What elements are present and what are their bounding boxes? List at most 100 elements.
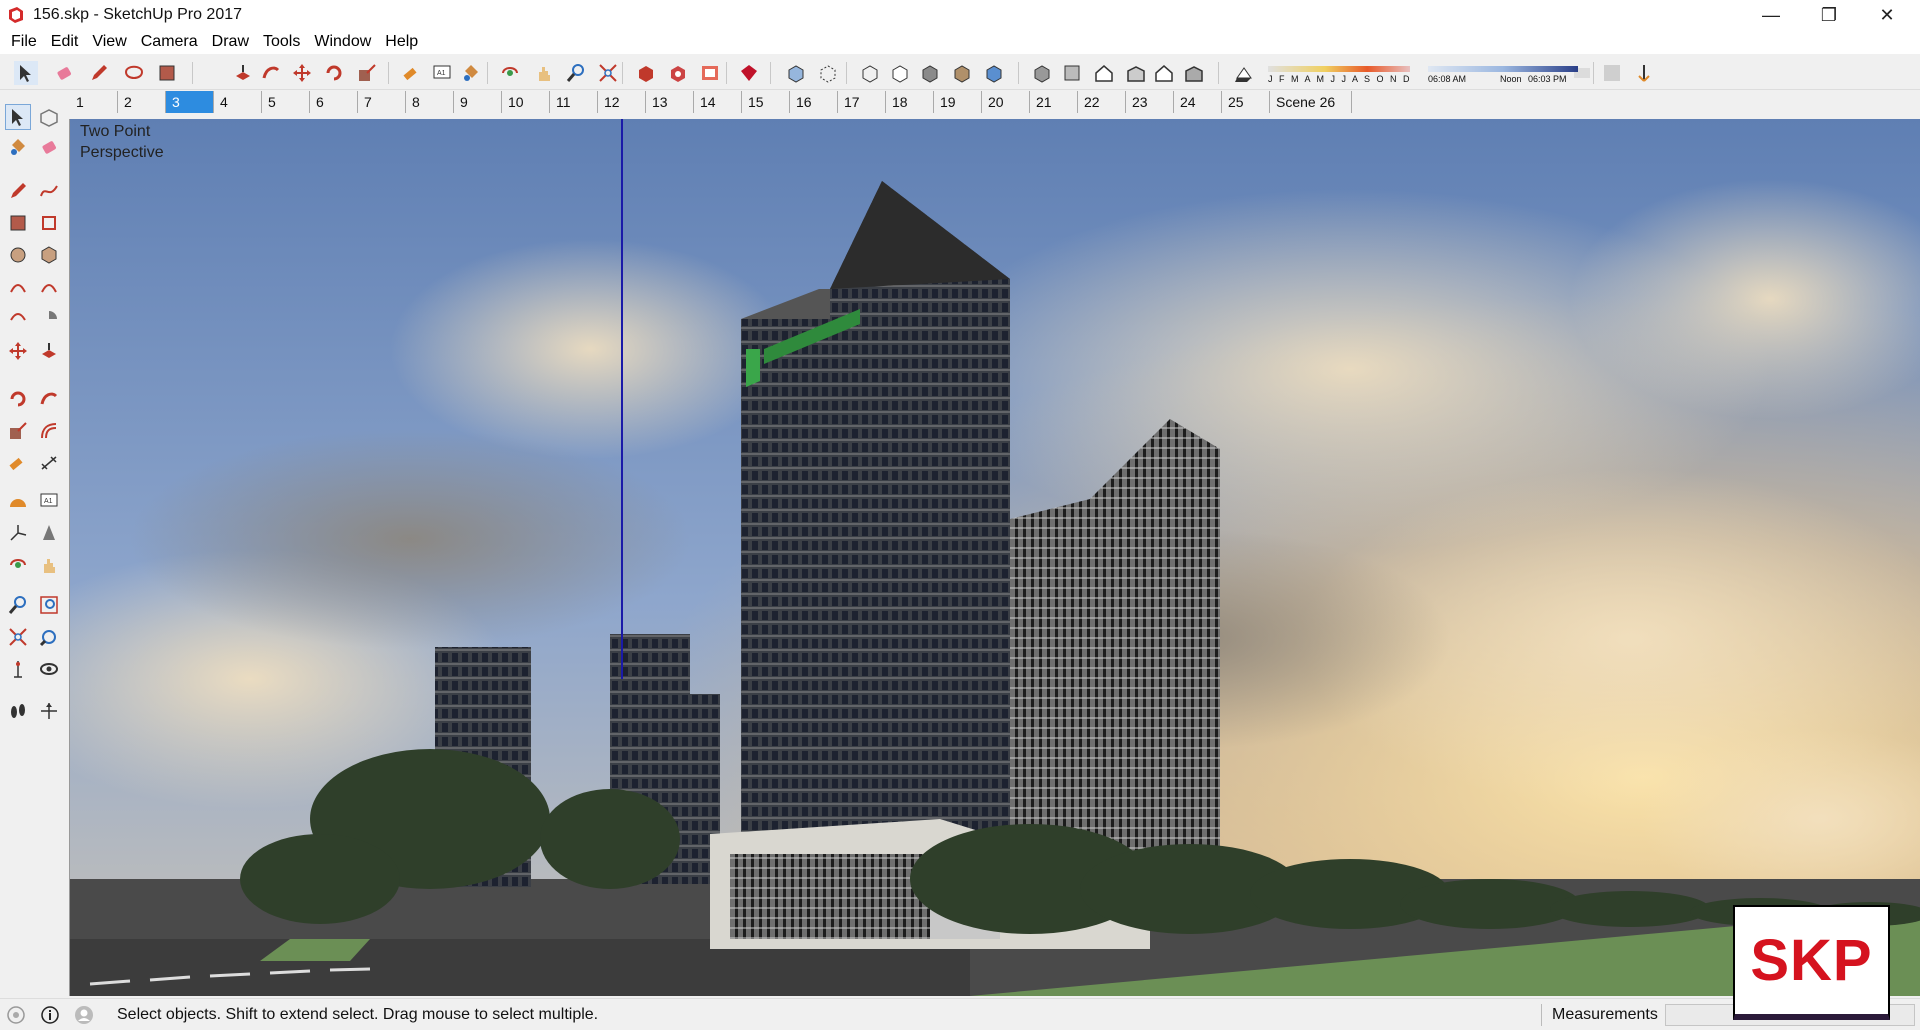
scene-tab-7[interactable]: 7 — [358, 91, 406, 113]
scene-tab-3[interactable]: 3 — [166, 91, 214, 113]
toolbar-back-edges-icon[interactable] — [816, 61, 840, 85]
scene-tab-18[interactable]: 18 — [886, 91, 934, 113]
geolocation-status-icon[interactable] — [6, 1005, 26, 1025]
scene-tab-12[interactable]: 12 — [598, 91, 646, 113]
palette-eraser-icon[interactable] — [36, 134, 62, 160]
toolbar-shaded-textures-icon[interactable] — [950, 61, 974, 85]
scene-tab-23[interactable]: 23 — [1126, 91, 1174, 113]
palette-arc-icon[interactable] — [5, 274, 31, 300]
scene-tab-22[interactable]: 22 — [1078, 91, 1126, 113]
scene-tab-8[interactable]: 8 — [406, 91, 454, 113]
palette-position-camera-icon[interactable] — [5, 656, 31, 682]
scene-tab-19[interactable]: 19 — [934, 91, 982, 113]
palette-paint-bucket-icon[interactable] — [5, 134, 31, 160]
toolbar-shadows-icon[interactable] — [1232, 61, 1256, 85]
toolbar-shape-icon[interactable] — [122, 61, 146, 85]
palette-pan-icon[interactable] — [36, 552, 62, 578]
toolbar-move-icon[interactable] — [290, 61, 314, 85]
scene-tab-6[interactable]: 6 — [310, 91, 358, 113]
model-viewport[interactable]: Two Point Perspective — [69, 119, 1920, 996]
toolbar-ruby-icon[interactable] — [737, 61, 761, 85]
toolbar-wireframe-icon[interactable] — [858, 61, 882, 85]
palette-previous-view-icon[interactable] — [36, 624, 62, 650]
palette-select-icon[interactable] — [5, 104, 31, 130]
palette-line-icon[interactable] — [5, 178, 31, 204]
palette-axes-icon[interactable] — [5, 520, 31, 546]
palette-offset-icon[interactable] — [36, 418, 62, 444]
palette-3d-text-icon[interactable] — [36, 520, 62, 546]
scene-tab-13[interactable]: 13 — [646, 91, 694, 113]
toolbar-section-icon[interactable] — [1600, 61, 1624, 85]
scene-tab-20[interactable]: 20 — [982, 91, 1030, 113]
scene-tab-2[interactable]: 2 — [118, 91, 166, 113]
toolbar-xray-icon[interactable] — [784, 61, 808, 85]
toolbar-rotate-icon[interactable] — [322, 61, 346, 85]
toolbar-geolocation-icon[interactable] — [1632, 61, 1656, 85]
palette-follow-me-icon[interactable] — [36, 386, 62, 412]
toolbar-scale-icon[interactable] — [355, 61, 379, 85]
menu-file[interactable]: File — [4, 30, 44, 54]
palette-zoom-icon[interactable] — [5, 592, 31, 618]
toolbar-iso-view-icon[interactable] — [1030, 61, 1054, 85]
toolbar-zoom-extents-icon[interactable] — [596, 61, 620, 85]
toolbar-pencil-icon[interactable] — [87, 61, 111, 85]
toolbar-follow-me-icon[interactable] — [259, 61, 283, 85]
shadow-date-slider[interactable]: J F M A M J J A S O N D — [1268, 60, 1410, 86]
palette-freehand-icon[interactable] — [36, 178, 62, 204]
menu-draw[interactable]: Draw — [205, 30, 256, 54]
scene-tab-scene-26[interactable]: Scene 26 — [1270, 91, 1352, 113]
toolbar-layout-icon[interactable] — [698, 61, 722, 85]
scene-tab-16[interactable]: 16 — [790, 91, 838, 113]
menu-edit[interactable]: Edit — [44, 30, 86, 54]
palette-rectangle-icon[interactable] — [5, 210, 31, 236]
scene-tab-14[interactable]: 14 — [694, 91, 742, 113]
palette-polygon-icon[interactable] — [36, 242, 62, 268]
toolbar-orbit-icon[interactable] — [498, 61, 522, 85]
toolbar-extension-warehouse-icon[interactable] — [666, 61, 690, 85]
palette-move-icon[interactable] — [5, 338, 31, 364]
toolbar-zoom-icon[interactable] — [564, 61, 588, 85]
toolbar-pan-icon[interactable] — [532, 61, 556, 85]
palette-zoom-window-icon[interactable] — [36, 592, 62, 618]
palette-rotated-rectangle-icon[interactable] — [36, 210, 62, 236]
scene-tab-24[interactable]: 24 — [1174, 91, 1222, 113]
toolbar-front-view-icon[interactable] — [1092, 61, 1116, 85]
palette-orbit-icon[interactable] — [5, 552, 31, 578]
toolbar-warehouse-icon[interactable] — [634, 61, 658, 85]
scene-tab-15[interactable]: 15 — [742, 91, 790, 113]
palette-look-around-icon[interactable] — [36, 656, 62, 682]
toolbar-left-view-icon[interactable] — [1182, 61, 1206, 85]
toolbar-eraser-icon[interactable] — [52, 61, 76, 85]
toolbar-paint-bucket-icon[interactable] — [459, 61, 483, 85]
scene-tab-9[interactable]: 9 — [454, 91, 502, 113]
scene-tab-1[interactable]: 1 — [70, 91, 118, 113]
toolbar-monochrome-icon[interactable] — [982, 61, 1006, 85]
maximize-button[interactable]: ❐ — [1800, 0, 1858, 30]
palette-dimension-icon[interactable] — [36, 450, 62, 476]
palette-pie-icon[interactable] — [36, 306, 62, 332]
palette-circle-icon[interactable] — [5, 242, 31, 268]
palette-protractor-icon[interactable] — [5, 488, 31, 514]
scene-tab-4[interactable]: 4 — [214, 91, 262, 113]
scene-tab-11[interactable]: 11 — [550, 91, 598, 113]
palette-rotate-icon[interactable] — [5, 386, 31, 412]
toolbar-shaded-icon[interactable] — [918, 61, 942, 85]
toolbar-top-view-icon[interactable] — [1060, 61, 1084, 85]
toolbar-rectangle-icon[interactable] — [155, 61, 179, 85]
palette-zoom-extents-icon[interactable] — [5, 624, 31, 650]
palette-section-plane-icon[interactable] — [36, 698, 62, 724]
palette-tape-measure-icon[interactable] — [5, 450, 31, 476]
minimize-button[interactable]: — — [1742, 0, 1800, 30]
toolbar-back-view-icon[interactable] — [1152, 61, 1176, 85]
menu-tools[interactable]: Tools — [256, 30, 307, 54]
toolbar-text-icon[interactable]: A1 — [430, 61, 454, 85]
scene-tab-17[interactable]: 17 — [838, 91, 886, 113]
menu-window[interactable]: Window — [307, 30, 378, 54]
palette-walk-icon[interactable] — [5, 698, 31, 724]
menu-camera[interactable]: Camera — [134, 30, 205, 54]
close-button[interactable]: ✕ — [1858, 0, 1916, 30]
menu-help[interactable]: Help — [378, 30, 425, 54]
palette-three-point-arc-icon[interactable] — [5, 306, 31, 332]
shadow-time-slider[interactable]: 06:08 AM Noon 06:03 PM — [1428, 60, 1578, 86]
palette-make-component-icon[interactable] — [36, 104, 62, 130]
